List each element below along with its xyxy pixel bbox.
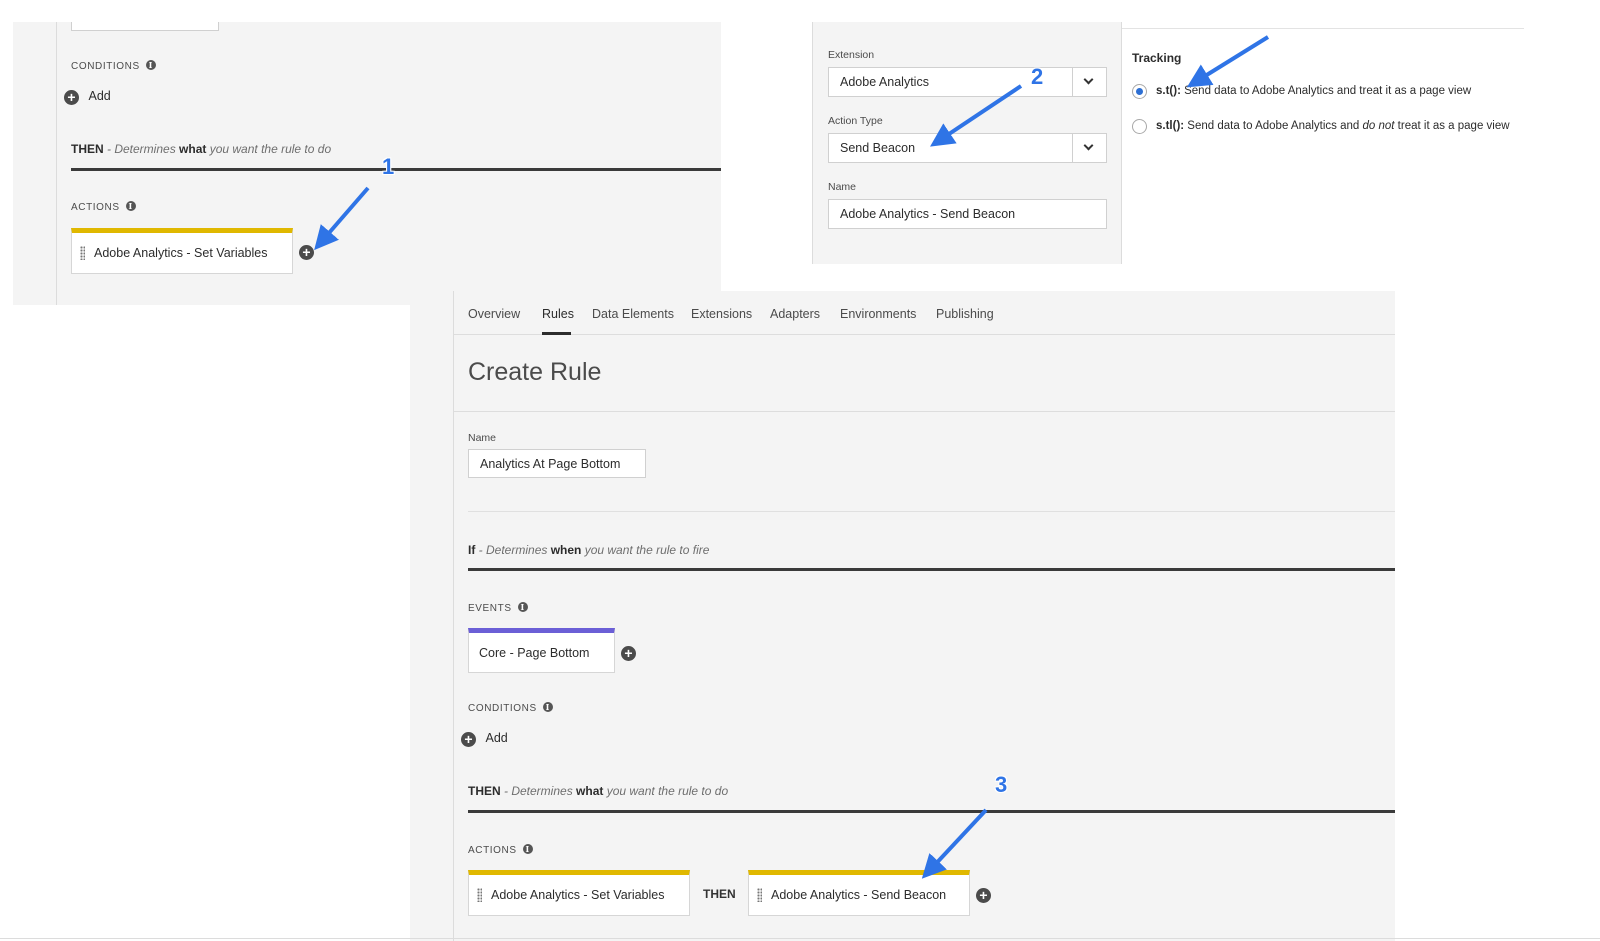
- conditions-label: CONDITIONS i: [468, 702, 553, 714]
- chevron-down-icon[interactable]: [1072, 68, 1106, 96]
- add-event-button[interactable]: +: [621, 645, 636, 663]
- callout-number-3: 3: [995, 772, 1008, 797]
- then-divider: [468, 810, 1395, 813]
- name-divider: [468, 511, 1395, 512]
- extension-select[interactable]: Adobe Analytics: [828, 67, 1107, 97]
- tab-extensions[interactable]: Extensions: [691, 307, 752, 321]
- info-icon: i: [517, 602, 528, 612]
- conditions-label: CONDITIONS i: [71, 60, 156, 72]
- plus-circle-icon: +: [621, 646, 636, 661]
- rule-name-label: Name: [468, 432, 497, 444]
- name-field[interactable]: Adobe Analytics - Send Beacon: [828, 199, 1107, 229]
- add-action-button[interactable]: +: [299, 244, 314, 262]
- then-connector: THEN: [703, 887, 736, 901]
- name-input-edge: [71, 22, 219, 31]
- tracking-label: Tracking: [1132, 51, 1182, 65]
- radio-link-tracking[interactable]: [1132, 119, 1147, 134]
- callout-number-2: 2: [1031, 64, 1044, 89]
- info-icon: i: [522, 844, 533, 854]
- callout-number-1: 1: [382, 154, 395, 179]
- then-header: THEN - Determines what you want the rule…: [468, 784, 729, 798]
- if-divider: [468, 568, 1395, 571]
- actions-label: ACTIONS i: [71, 201, 136, 213]
- rule-name-field[interactable]: Analytics At Page Bottom: [468, 449, 646, 478]
- name-label: Name: [828, 181, 857, 193]
- panel-action-config: Extension Adobe Analytics Action Type Se…: [812, 22, 1524, 264]
- then-header: THEN - Determines what you want the rule…: [71, 142, 332, 156]
- radio-link-tracking-label[interactable]: s.tl(): Send data to Adobe Analytics and…: [1156, 120, 1510, 132]
- add-action-button[interactable]: +: [976, 887, 991, 905]
- event-card-page-bottom[interactable]: Core - Page Bottom: [468, 628, 615, 673]
- nav-bar: Overview Rules Data Elements Extensions …: [454, 291, 1395, 335]
- left-guide-line: [453, 291, 454, 941]
- action-card-send-beacon[interactable]: Adobe Analytics - Send Beacon: [748, 870, 970, 916]
- plus-circle-icon: +: [976, 888, 991, 903]
- tab-publishing[interactable]: Publishing: [936, 307, 994, 321]
- action-type-label: Action Type: [828, 115, 883, 127]
- panel-create-rule: Overview Rules Data Elements Extensions …: [410, 291, 1395, 941]
- active-tab-indicator: [542, 332, 571, 335]
- tab-environments[interactable]: Environments: [840, 307, 916, 321]
- info-icon: i: [145, 60, 156, 70]
- if-header: If - Determines when you want the rule t…: [468, 543, 710, 557]
- action-type-select[interactable]: Send Beacon: [828, 133, 1107, 163]
- info-icon: i: [542, 702, 553, 712]
- action-card-set-variables[interactable]: Adobe Analytics - Set Variables: [71, 228, 293, 274]
- tab-overview[interactable]: Overview: [468, 307, 520, 321]
- plus-circle-icon: +: [461, 732, 476, 747]
- drag-handle-icon[interactable]: [80, 246, 85, 260]
- page-title: Create Rule: [468, 358, 602, 386]
- tab-data-elements[interactable]: Data Elements: [592, 307, 674, 321]
- tab-rules[interactable]: Rules: [542, 307, 574, 321]
- info-icon: i: [125, 201, 136, 211]
- add-condition-button[interactable]: + Add: [461, 731, 508, 747]
- action-card-set-variables[interactable]: Adobe Analytics - Set Variables: [468, 870, 690, 916]
- left-guide-line: [56, 22, 57, 305]
- actions-label: ACTIONS i: [468, 844, 533, 856]
- radio-page-view[interactable]: [1132, 84, 1147, 99]
- plus-circle-icon: +: [64, 90, 79, 105]
- tab-adapters[interactable]: Adapters: [770, 307, 820, 321]
- events-label: EVENTS i: [468, 602, 528, 614]
- chevron-down-icon[interactable]: [1072, 134, 1106, 162]
- drag-handle-icon[interactable]: [757, 888, 762, 902]
- plus-circle-icon: +: [299, 245, 314, 260]
- radio-page-view-label[interactable]: s.t(): Send data to Adobe Analytics and …: [1156, 85, 1471, 97]
- panel-rule-top: CONDITIONS i + Add THEN - Determines what…: [13, 22, 721, 305]
- config-top-border: [1122, 28, 1524, 29]
- drag-handle-icon[interactable]: [477, 888, 482, 902]
- title-divider: [454, 411, 1395, 412]
- extension-label: Extension: [828, 49, 875, 61]
- then-divider: [71, 168, 721, 171]
- add-condition-button[interactable]: + Add: [64, 89, 111, 105]
- bottom-border: [0, 938, 1600, 939]
